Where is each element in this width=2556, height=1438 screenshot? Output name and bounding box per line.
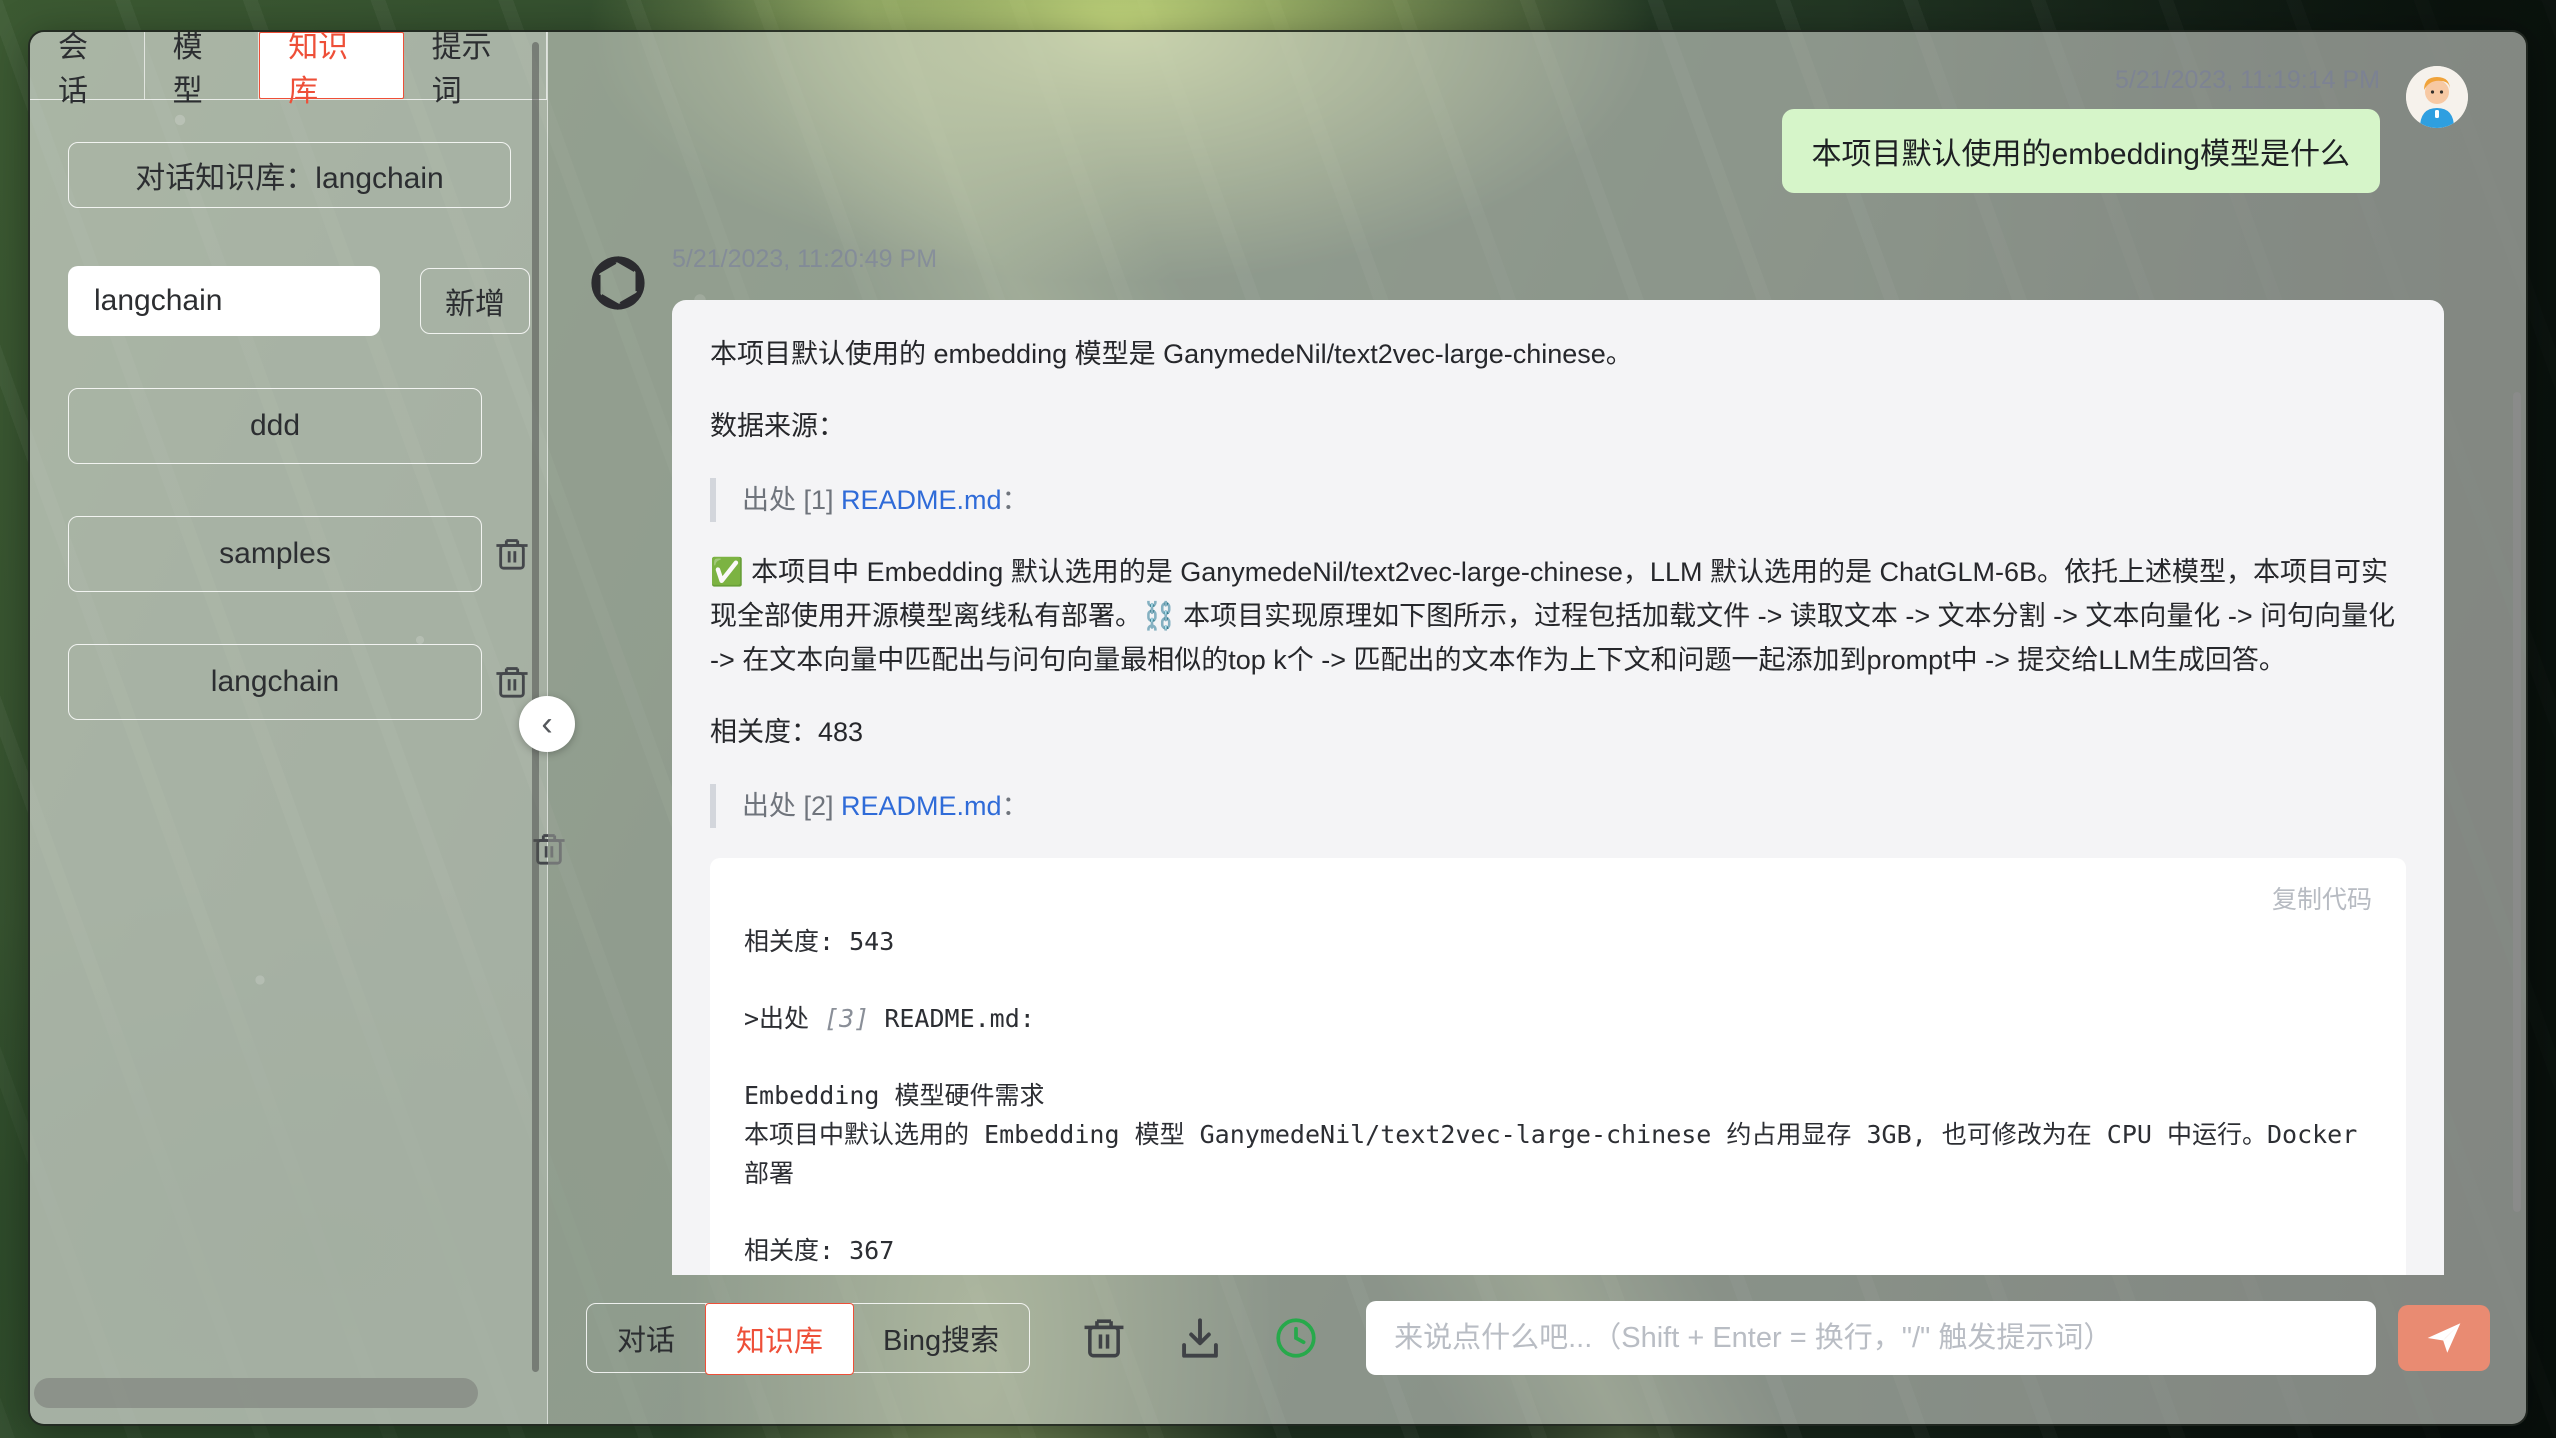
assistant-message-row: 5/21/2023, 11:20:49 PM 本项目默认使用的 embeddin…: [588, 245, 2468, 1275]
source-ref: [3]: [824, 1004, 869, 1033]
assistant-message-card: 本项目默认使用的 embedding 模型是 GanymedeNil/text2…: [672, 300, 2444, 1275]
tab-knowledge-base[interactable]: 知识库: [259, 32, 403, 99]
message-list: 5/21/2023, 11:19:14 PM 本项目默认使用的embedding…: [548, 32, 2526, 1275]
code-line: 相关度: 543: [744, 922, 2372, 961]
user-message-row: 5/21/2023, 11:19:14 PM 本项目默认使用的embedding…: [588, 66, 2468, 193]
code-block: 复制代码 相关度: 543 >出处 [3] README.md: Embeddi…: [710, 858, 2406, 1275]
source-quote-1: 出处 [1] README.md：: [710, 478, 2406, 522]
history-clock-icon[interactable]: [1274, 1315, 1318, 1361]
add-knowledge-base-button[interactable]: 新增: [420, 268, 530, 334]
code-line: 相关度: 367: [744, 1231, 2372, 1270]
tab-conversation[interactable]: 会话: [30, 32, 145, 99]
relevance-score: 相关度：483: [710, 710, 2406, 754]
sidebar-horizontal-scrollbar[interactable]: [34, 1378, 478, 1408]
app-window: 会话 模型 知识库 提示词 对话知识库：langchain 新增 ddd sam…: [28, 30, 2528, 1426]
tab-prompt[interactable]: 提示词: [404, 32, 547, 99]
source-excerpt-paragraph: ✅ 本项目中 Embedding 默认选用的是 GanymedeNil/text…: [710, 550, 2406, 682]
user-avatar: [2406, 66, 2468, 128]
knowledge-base-item-row: langchain: [30, 644, 547, 720]
chat-main-area: 5/21/2023, 11:19:14 PM 本项目默认使用的embedding…: [548, 32, 2526, 1424]
mode-chat[interactable]: 对话: [587, 1304, 706, 1372]
sidebar-tabs: 会话 模型 知识库 提示词: [30, 32, 547, 100]
assistant-message-timestamp: 5/21/2023, 11:20:49 PM: [672, 245, 2444, 274]
knowledge-base-item-samples[interactable]: samples: [68, 516, 482, 592]
mode-bing-search[interactable]: Bing搜索: [853, 1304, 1029, 1372]
mode-switcher: 对话 知识库 Bing搜索: [586, 1303, 1030, 1373]
knowledge-base-item-row: ddd: [30, 388, 547, 464]
data-source-heading: 数据来源：: [710, 404, 2406, 448]
copy-code-button[interactable]: 复制代码: [744, 878, 2372, 922]
code-line: 本项目中默认选用的 Embedding 模型 GanymedeNil/text2…: [744, 1115, 2372, 1193]
sidebar-collapse-button[interactable]: ‹: [519, 696, 575, 752]
code-line: Embedding 模型硬件需求: [744, 1076, 2372, 1115]
chevron-left-icon: ‹: [541, 705, 552, 744]
answer-paragraph: 本项目默认使用的 embedding 模型是 GanymedeNil/text2…: [710, 332, 2406, 376]
delete-knowledge-base-icon[interactable]: [495, 663, 529, 701]
send-button[interactable]: [2398, 1305, 2490, 1371]
sidebar: 会话 模型 知识库 提示词 对话知识库：langchain 新增 ddd sam…: [30, 32, 548, 1424]
mode-knowledge-base[interactable]: 知识库: [705, 1303, 854, 1375]
delete-knowledge-base-icon[interactable]: [495, 535, 529, 573]
person-avatar-icon: [2406, 66, 2468, 128]
code-line: >出处 [3] README.md:: [744, 999, 2372, 1038]
openai-logo-icon: [588, 253, 648, 313]
knowledge-base-item-row: samples: [30, 516, 547, 592]
knowledge-base-item-ddd[interactable]: ddd: [68, 388, 482, 464]
user-message-timestamp: 5/21/2023, 11:19:14 PM: [2115, 66, 2380, 95]
paper-plane-icon: [2424, 1320, 2464, 1356]
chat-vertical-scrollbar[interactable]: [2513, 392, 2521, 1212]
source-quote-2: 出处 [2] README.md：: [710, 784, 2406, 828]
source-prefix: 出处 [1]: [742, 485, 841, 515]
user-message-bubble: 本项目默认使用的embedding模型是什么: [1782, 109, 2380, 193]
source-suffix: ：: [1002, 485, 1029, 515]
current-knowledge-base-label: 对话知识库：langchain: [68, 142, 511, 208]
tab-model[interactable]: 模型: [145, 32, 260, 99]
composer-bar: 对话 知识库 Bing搜索: [586, 1300, 2490, 1376]
source-suffix: ：: [1002, 791, 1029, 821]
knowledge-base-item-langchain[interactable]: langchain: [68, 644, 482, 720]
readme-link[interactable]: README.md: [841, 791, 1002, 821]
source-prefix: 出处 [2]: [742, 791, 841, 821]
message-input[interactable]: [1366, 1301, 2376, 1375]
knowledge-base-name-input[interactable]: [68, 266, 380, 336]
download-export-icon[interactable]: [1178, 1315, 1222, 1361]
knowledge-base-create-row: 新增: [68, 266, 547, 336]
assistant-avatar: [588, 253, 648, 313]
clear-conversation-trash-icon[interactable]: [1082, 1315, 1126, 1361]
readme-link[interactable]: README.md: [841, 485, 1002, 515]
